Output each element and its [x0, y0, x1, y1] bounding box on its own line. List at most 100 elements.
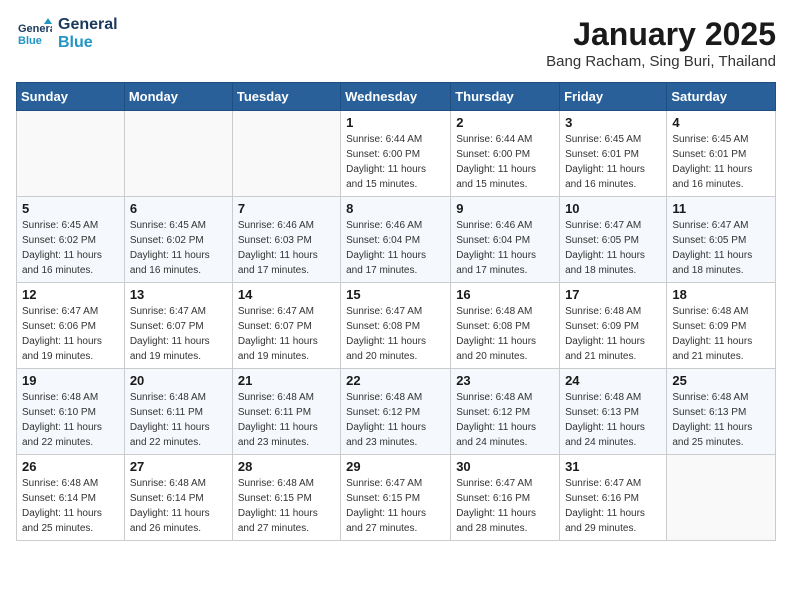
- calendar-cell: 9Sunrise: 6:46 AMSunset: 6:04 PMDaylight…: [451, 197, 560, 283]
- weekday-header-friday: Friday: [560, 83, 667, 111]
- day-number: 28: [238, 459, 335, 474]
- day-number: 11: [672, 201, 770, 216]
- day-info: Sunrise: 6:48 AMSunset: 6:09 PMDaylight:…: [565, 304, 661, 364]
- day-number: 14: [238, 287, 335, 302]
- calendar-cell: 16Sunrise: 6:48 AMSunset: 6:08 PMDayligh…: [451, 283, 560, 369]
- weekday-header-wednesday: Wednesday: [341, 83, 451, 111]
- day-info: Sunrise: 6:48 AMSunset: 6:15 PMDaylight:…: [238, 476, 335, 536]
- week-row-1: 1 Sunrise: 6:44 AMSunset: 6:00 PMDaylight…: [17, 111, 776, 197]
- calendar-cell: 5 Sunrise: 6:45 AMSunset: 6:02 PMDaylight…: [17, 197, 125, 283]
- week-row-3: 12 Sunrise: 6:47 AMSunset: 6:06 PMDayligh…: [17, 283, 776, 369]
- calendar-cell: 26 Sunrise: 6:48 AMSunset: 6:14 PMDayligh…: [17, 455, 125, 541]
- calendar-cell: 3Sunrise: 6:45 AMSunset: 6:01 PMDaylight…: [560, 111, 667, 197]
- calendar-cell: [667, 455, 776, 541]
- weekday-header-monday: Monday: [124, 83, 232, 111]
- day-number: 23: [456, 373, 554, 388]
- calendar-cell: 24Sunrise: 6:48 AMSunset: 6:13 PMDayligh…: [560, 369, 667, 455]
- day-info: Sunrise: 6:47 AMSunset: 6:05 PMDaylight:…: [672, 218, 770, 278]
- day-number: 29: [346, 459, 445, 474]
- day-number: 15: [346, 287, 445, 302]
- day-number: 12: [22, 287, 119, 302]
- day-info: Sunrise: 6:48 AMSunset: 6:14 PMDaylight:…: [22, 476, 119, 536]
- day-info: Sunrise: 6:48 AMSunset: 6:14 PMDaylight:…: [130, 476, 227, 536]
- day-number: 26: [22, 459, 119, 474]
- weekday-header-saturday: Saturday: [667, 83, 776, 111]
- day-number: 20: [130, 373, 227, 388]
- day-number: 1: [346, 115, 445, 130]
- calendar-cell: 22 Sunrise: 6:48 AMSunset: 6:12 PMDayligh…: [341, 369, 451, 455]
- day-info: Sunrise: 6:47 AMSunset: 6:16 PMDaylight:…: [565, 476, 661, 536]
- day-number: 17: [565, 287, 661, 302]
- calendar-table: SundayMondayTuesdayWednesdayThursdayFrid…: [16, 82, 776, 541]
- svg-text:General: General: [18, 23, 52, 35]
- day-info: Sunrise: 6:47 AMSunset: 6:07 PMDaylight:…: [130, 304, 227, 364]
- day-info: Sunrise: 6:46 AMSunset: 6:04 PMDaylight:…: [346, 218, 445, 278]
- calendar-cell: 2 Sunrise: 6:44 AMSunset: 6:00 PMDaylight…: [451, 111, 560, 197]
- day-info: Sunrise: 6:48 AMSunset: 6:10 PMDaylight:…: [22, 390, 119, 450]
- day-number: 18: [672, 287, 770, 302]
- day-number: 13: [130, 287, 227, 302]
- day-number: 30: [456, 459, 554, 474]
- week-row-4: 19 Sunrise: 6:48 AMSunset: 6:10 PMDayligh…: [17, 369, 776, 455]
- day-info: Sunrise: 6:47 AMSunset: 6:15 PMDaylight:…: [346, 476, 445, 536]
- logo: General Blue General Blue: [16, 16, 118, 52]
- day-number: 7: [238, 201, 335, 216]
- week-row-2: 5 Sunrise: 6:45 AMSunset: 6:02 PMDaylight…: [17, 197, 776, 283]
- week-row-5: 26 Sunrise: 6:48 AMSunset: 6:14 PMDayligh…: [17, 455, 776, 541]
- day-number: 8: [346, 201, 445, 216]
- calendar-cell: 20 Sunrise: 6:48 AMSunset: 6:11 PMDayligh…: [124, 369, 232, 455]
- title-block: January 2025 Bang Racham, Sing Buri, Tha…: [546, 16, 776, 70]
- day-info: Sunrise: 6:46 AMSunset: 6:03 PMDaylight:…: [238, 218, 335, 278]
- day-info: Sunrise: 6:48 AMSunset: 6:13 PMDaylight:…: [565, 390, 661, 450]
- calendar-cell: 11 Sunrise: 6:47 AMSunset: 6:05 PMDayligh…: [667, 197, 776, 283]
- day-number: 10: [565, 201, 661, 216]
- day-info: Sunrise: 6:48 AMSunset: 6:12 PMDaylight:…: [456, 390, 554, 450]
- day-number: 21: [238, 373, 335, 388]
- day-info: Sunrise: 6:45 AMSunset: 6:02 PMDaylight:…: [22, 218, 119, 278]
- calendar-cell: 6Sunrise: 6:45 AMSunset: 6:02 PMDaylight…: [124, 197, 232, 283]
- day-info: Sunrise: 6:48 AMSunset: 6:11 PMDaylight:…: [238, 390, 335, 450]
- calendar-subtitle: Bang Racham, Sing Buri, Thailand: [546, 53, 776, 70]
- day-info: Sunrise: 6:47 AMSunset: 6:08 PMDaylight:…: [346, 304, 445, 364]
- logo-text: General Blue: [58, 16, 118, 51]
- day-info: Sunrise: 6:48 AMSunset: 6:11 PMDaylight:…: [130, 390, 227, 450]
- day-number: 22: [346, 373, 445, 388]
- day-info: Sunrise: 6:47 AMSunset: 6:05 PMDaylight:…: [565, 218, 661, 278]
- weekday-header-thursday: Thursday: [451, 83, 560, 111]
- day-info: Sunrise: 6:48 AMSunset: 6:13 PMDaylight:…: [672, 390, 770, 450]
- day-info: Sunrise: 6:47 AMSunset: 6:06 PMDaylight:…: [22, 304, 119, 364]
- calendar-cell: 27 Sunrise: 6:48 AMSunset: 6:14 PMDayligh…: [124, 455, 232, 541]
- calendar-cell: 21 Sunrise: 6:48 AMSunset: 6:11 PMDayligh…: [232, 369, 340, 455]
- calendar-cell: 13 Sunrise: 6:47 AMSunset: 6:07 PMDayligh…: [124, 283, 232, 369]
- day-info: Sunrise: 6:45 AMSunset: 6:02 PMDaylight:…: [130, 218, 227, 278]
- day-number: 25: [672, 373, 770, 388]
- calendar-cell: 10 Sunrise: 6:47 AMSunset: 6:05 PMDayligh…: [560, 197, 667, 283]
- day-info: Sunrise: 6:48 AMSunset: 6:12 PMDaylight:…: [346, 390, 445, 450]
- day-info: Sunrise: 6:44 AMSunset: 6:00 PMDaylight:…: [456, 132, 554, 192]
- day-number: 2: [456, 115, 554, 130]
- calendar-cell: 31 Sunrise: 6:47 AMSunset: 6:16 PMDayligh…: [560, 455, 667, 541]
- day-info: Sunrise: 6:48 AMSunset: 6:08 PMDaylight:…: [456, 304, 554, 364]
- day-number: 27: [130, 459, 227, 474]
- weekday-header-sunday: Sunday: [17, 83, 125, 111]
- calendar-cell: 1 Sunrise: 6:44 AMSunset: 6:00 PMDaylight…: [341, 111, 451, 197]
- day-info: Sunrise: 6:44 AMSunset: 6:00 PMDaylight:…: [346, 132, 445, 192]
- calendar-cell: 23 Sunrise: 6:48 AMSunset: 6:12 PMDayligh…: [451, 369, 560, 455]
- calendar-cell: 29 Sunrise: 6:47 AMSunset: 6:15 PMDayligh…: [341, 455, 451, 541]
- calendar-cell: 17 Sunrise: 6:48 AMSunset: 6:09 PMDayligh…: [560, 283, 667, 369]
- day-number: 5: [22, 201, 119, 216]
- svg-text:Blue: Blue: [18, 35, 42, 47]
- calendar-cell: 8 Sunrise: 6:46 AMSunset: 6:04 PMDaylight…: [341, 197, 451, 283]
- calendar-cell: 18Sunrise: 6:48 AMSunset: 6:09 PMDayligh…: [667, 283, 776, 369]
- page-header: General Blue General Blue January 2025 B…: [16, 16, 776, 70]
- logo-icon: General Blue: [16, 16, 52, 52]
- day-number: 9: [456, 201, 554, 216]
- calendar-cell: 12 Sunrise: 6:47 AMSunset: 6:06 PMDayligh…: [17, 283, 125, 369]
- calendar-cell: [232, 111, 340, 197]
- calendar-title: January 2025: [546, 16, 776, 53]
- day-info: Sunrise: 6:45 AMSunset: 6:01 PMDaylight:…: [672, 132, 770, 192]
- day-number: 31: [565, 459, 661, 474]
- day-number: 3: [565, 115, 661, 130]
- day-number: 19: [22, 373, 119, 388]
- calendar-cell: 4Sunrise: 6:45 AMSunset: 6:01 PMDaylight…: [667, 111, 776, 197]
